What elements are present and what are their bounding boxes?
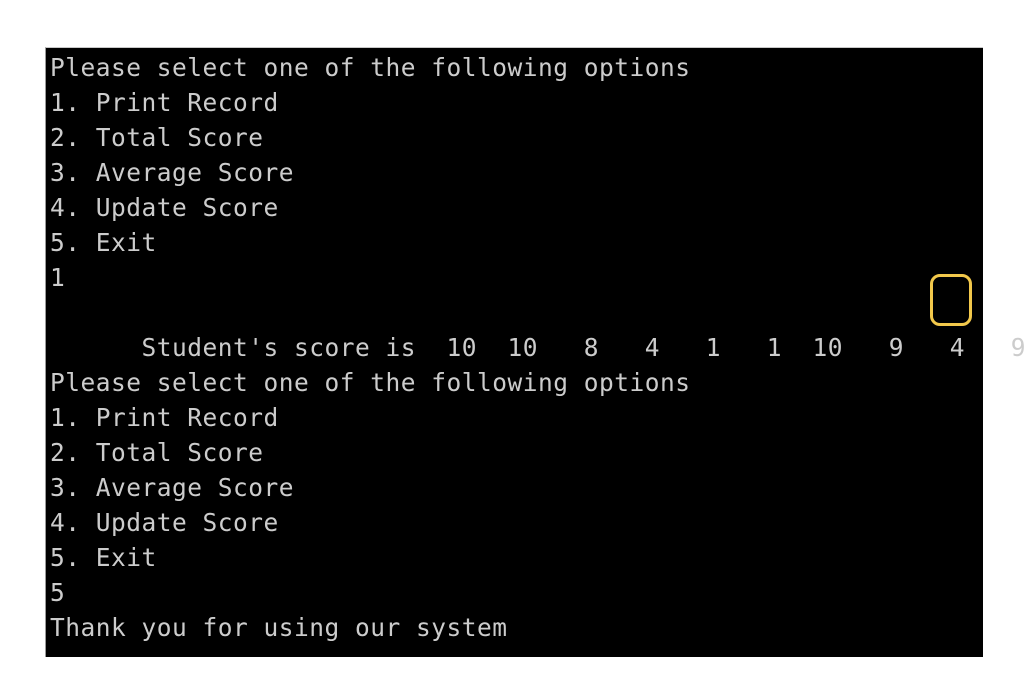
exit-message: Thank you for using our system: [50, 613, 508, 642]
score-output-line: Student's score is 10 10 8 4 1 1 10 9 4 …: [50, 274, 1024, 362]
menu-option-average-score: 3. Average Score: [50, 473, 295, 502]
menu-option-update-score: 4. Update Score: [50, 508, 279, 537]
menu-option-print-record: 1. Print Record: [50, 403, 279, 432]
menu-option-average-score: 3. Average Score: [50, 158, 295, 187]
menu-option-print-record: 1. Print Record: [50, 88, 279, 117]
user-input: 5: [50, 578, 66, 607]
highlight-annotation: [930, 274, 972, 326]
menu-option-update-score: 4. Update Score: [50, 193, 279, 222]
menu-option-exit: 5. Exit: [50, 228, 157, 257]
menu-option-total-score: 2. Total Score: [50, 438, 264, 467]
menu-prompt: Please select one of the following optio…: [50, 53, 691, 82]
menu-prompt: Please select one of the following optio…: [50, 368, 691, 397]
menu-option-exit: 5. Exit: [50, 543, 157, 572]
console-output: Please select one of the following optio…: [50, 50, 1024, 645]
menu-option-total-score: 2. Total Score: [50, 123, 264, 152]
score-output: Student's score is 10 10 8 4 1 1 10 9 4 …: [141, 333, 1024, 362]
user-input: 1: [50, 263, 66, 292]
console-window: Please select one of the following optio…: [45, 47, 1024, 657]
